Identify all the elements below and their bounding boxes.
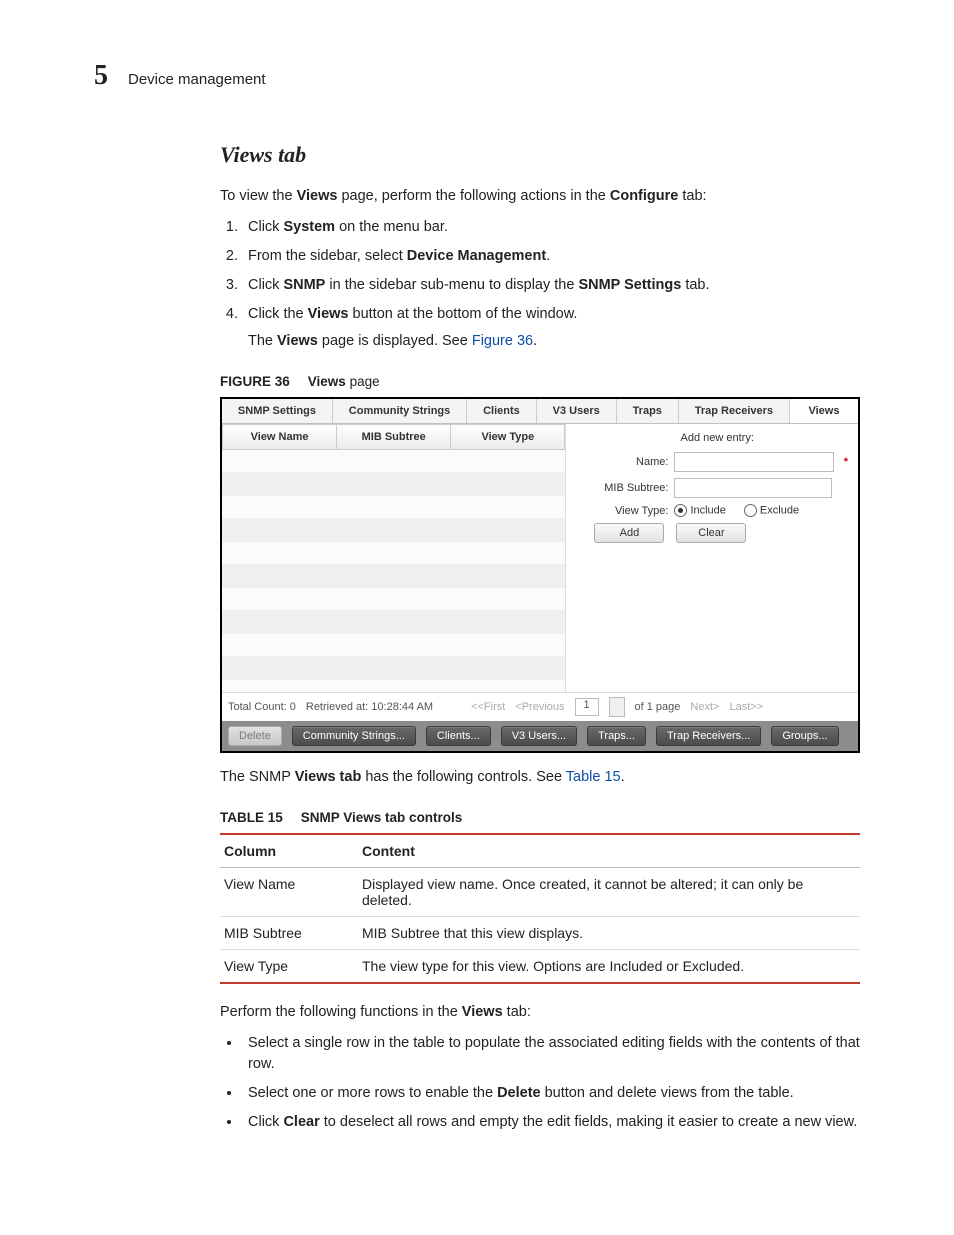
- table-row: [222, 565, 565, 588]
- mib-subtree-label: MIB Subtree:: [586, 482, 668, 494]
- section-heading: Views tab: [220, 142, 860, 168]
- first-page-link[interactable]: <<First: [471, 701, 505, 713]
- last-page-link[interactable]: Last>>: [729, 701, 763, 713]
- delete-button[interactable]: Delete: [228, 726, 282, 746]
- table-row: [222, 519, 565, 542]
- tab-clients[interactable]: Clients: [467, 399, 537, 423]
- col-view-type[interactable]: View Type: [451, 424, 565, 450]
- chapter-title: Device management: [128, 71, 266, 88]
- th-column: Column: [220, 834, 358, 868]
- tab-traps[interactable]: Traps: [617, 399, 679, 423]
- groups-button[interactable]: Groups...: [771, 726, 838, 746]
- community-strings-button[interactable]: Community Strings...: [292, 726, 416, 746]
- table-row: [222, 611, 565, 634]
- table-row: View NameDisplayed view name. Once creat…: [220, 868, 860, 917]
- controls-table: Column Content View NameDisplayed view n…: [220, 833, 860, 984]
- table-row: [222, 680, 565, 692]
- table-row: MIB SubtreeMIB Subtree that this view di…: [220, 917, 860, 950]
- after-figure-paragraph: The SNMP Views tab has the following con…: [220, 767, 860, 788]
- functions-list: Select a single row in the table to popu…: [220, 1033, 860, 1133]
- table-row: [222, 657, 565, 680]
- col-view-name[interactable]: View Name: [222, 424, 337, 450]
- list-item: Click Clear to deselect all rows and emp…: [242, 1112, 860, 1133]
- col-mib-subtree[interactable]: MIB Subtree: [337, 424, 451, 450]
- mib-subtree-input[interactable]: [674, 478, 832, 498]
- step-item: From the sidebar, select Device Manageme…: [242, 246, 860, 267]
- next-page-link[interactable]: Next>: [690, 701, 719, 713]
- page-dropdown[interactable]: [609, 697, 625, 717]
- clients-button[interactable]: Clients...: [426, 726, 491, 746]
- tab-community-strings[interactable]: Community Strings: [333, 399, 467, 423]
- total-count: Total Count: 0: [228, 701, 296, 713]
- list-item: Select one or more rows to enable the De…: [242, 1083, 860, 1104]
- page-of-label: of 1 page: [635, 701, 681, 713]
- page-number-input[interactable]: 1: [575, 698, 599, 716]
- view-type-label: View Type:: [586, 505, 668, 517]
- radio-include[interactable]: Include: [674, 504, 725, 517]
- th-content: Content: [358, 834, 860, 868]
- tab-v3-users[interactable]: V3 Users: [537, 399, 617, 423]
- tab-trap-receivers[interactable]: Trap Receivers: [679, 399, 790, 423]
- step-item: Click System on the menu bar.: [242, 217, 860, 238]
- traps-button[interactable]: Traps...: [587, 726, 646, 746]
- steps-list: Click System on the menu bar. From the s…: [220, 217, 860, 352]
- table-row: [222, 450, 565, 473]
- v3-users-button[interactable]: V3 Users...: [501, 726, 577, 746]
- add-button[interactable]: Add: [594, 523, 664, 543]
- grid-body[interactable]: [222, 450, 565, 692]
- table-link[interactable]: Table 15: [566, 769, 621, 785]
- intro-paragraph: To view the Views page, perform the foll…: [220, 186, 860, 207]
- prev-page-link[interactable]: <Previous: [515, 701, 564, 713]
- required-icon: *: [844, 456, 848, 468]
- form-title: Add new entry:: [586, 432, 848, 444]
- clear-button[interactable]: Clear: [676, 523, 746, 543]
- chapter-number: 5: [94, 60, 108, 92]
- tab-views[interactable]: Views: [790, 399, 858, 423]
- table-row: View TypeThe view type for this view. Op…: [220, 950, 860, 984]
- figure-caption: FIGURE 36Views page: [220, 374, 860, 389]
- table-row: [222, 542, 565, 565]
- radio-exclude[interactable]: Exclude: [744, 504, 799, 517]
- perform-paragraph: Perform the following functions in the V…: [220, 1002, 860, 1023]
- name-label: Name:: [586, 456, 668, 468]
- step-item: Click SNMP in the sidebar sub-menu to di…: [242, 275, 860, 296]
- trap-receivers-button[interactable]: Trap Receivers...: [656, 726, 761, 746]
- table-row: [222, 473, 565, 496]
- table-row: [222, 634, 565, 657]
- retrieved-at: Retrieved at: 10:28:44 AM: [306, 701, 433, 713]
- name-input[interactable]: [674, 452, 833, 472]
- table-caption: TABLE 15SNMP Views tab controls: [220, 810, 860, 825]
- list-item: Select a single row in the table to popu…: [242, 1033, 860, 1075]
- figure-link[interactable]: Figure 36: [472, 333, 533, 349]
- step-item: Click the Views button at the bottom of …: [242, 304, 860, 352]
- table-row: [222, 496, 565, 519]
- table-row: [222, 588, 565, 611]
- tab-snmp-settings[interactable]: SNMP Settings: [222, 399, 333, 423]
- screenshot-views-page: SNMP Settings Community Strings Clients …: [220, 397, 860, 753]
